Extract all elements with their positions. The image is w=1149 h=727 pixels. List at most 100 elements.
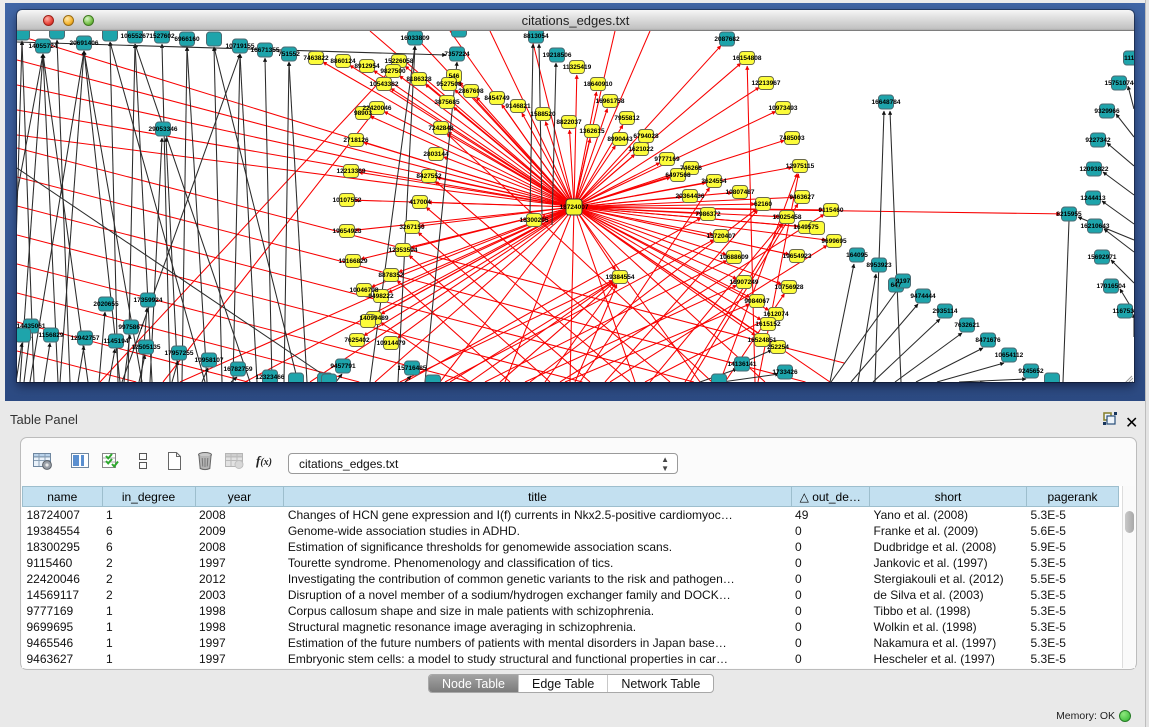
svg-text:16033809: 16033809 xyxy=(401,35,430,42)
svg-text:2020655: 2020655 xyxy=(93,301,119,308)
svg-text:546: 546 xyxy=(449,73,460,80)
svg-text:7463822: 7463822 xyxy=(303,55,329,62)
svg-text:1362615: 1362615 xyxy=(579,128,605,135)
svg-text:14055724: 14055724 xyxy=(29,43,58,50)
svg-text:7357224: 7357224 xyxy=(444,51,470,58)
svg-text:2803144: 2803144 xyxy=(423,151,449,158)
svg-text:1621022: 1621022 xyxy=(628,146,654,153)
svg-text:12505135: 12505135 xyxy=(132,344,161,351)
svg-text:12942757: 12942757 xyxy=(71,335,100,342)
svg-text:19654923: 19654923 xyxy=(333,228,362,235)
svg-text:10655267: 10655267 xyxy=(121,33,150,40)
svg-text:252254: 252254 xyxy=(767,344,789,351)
svg-text:7485003: 7485003 xyxy=(779,135,805,142)
svg-text:7625402: 7625402 xyxy=(344,337,370,344)
svg-text:9084067: 9084067 xyxy=(744,298,770,305)
svg-text:9975867: 9975867 xyxy=(118,324,144,331)
svg-text:17359924: 17359924 xyxy=(134,297,163,304)
svg-text:8813054: 8813054 xyxy=(523,33,549,40)
svg-text:746266: 746266 xyxy=(680,165,702,172)
svg-text:15692971: 15692971 xyxy=(1088,254,1117,261)
svg-text:8912954: 8912954 xyxy=(354,63,380,70)
svg-text:29053346: 29053346 xyxy=(149,126,178,133)
svg-text:10688609: 10688609 xyxy=(720,254,749,261)
svg-text:16782759: 16782759 xyxy=(224,366,253,373)
svg-text:18640910: 18640910 xyxy=(584,81,613,88)
svg-text:7986372: 7986372 xyxy=(695,211,721,218)
svg-text:16154808: 16154808 xyxy=(733,55,762,62)
svg-text:19166829: 19166829 xyxy=(339,258,368,265)
svg-text:8990443: 8990443 xyxy=(607,136,633,143)
svg-text:9498222: 9498222 xyxy=(368,293,394,300)
svg-text:19218506: 19218506 xyxy=(543,52,572,59)
svg-text:10807487: 10807487 xyxy=(726,189,755,196)
svg-text:20691406: 20691406 xyxy=(70,40,99,47)
svg-text:2718126: 2718126 xyxy=(343,137,369,144)
svg-text:10973493: 10973493 xyxy=(769,105,798,112)
svg-text:12093822: 12093822 xyxy=(1080,166,1109,173)
svg-text:1733426: 1733426 xyxy=(772,369,798,376)
svg-text:12353594: 12353594 xyxy=(389,247,418,254)
svg-text:9227342: 9227342 xyxy=(1085,137,1111,144)
svg-text:164095: 164095 xyxy=(846,252,868,259)
svg-text:1145194: 1145194 xyxy=(104,338,129,345)
svg-text:9463627: 9463627 xyxy=(789,194,815,201)
svg-text:98903: 98903 xyxy=(354,110,372,117)
svg-text:6497568: 6497568 xyxy=(665,172,691,179)
svg-text:8471676: 8471676 xyxy=(975,337,1001,344)
svg-text:16961758: 16961758 xyxy=(596,98,625,105)
svg-text:15226058: 15226058 xyxy=(385,58,414,65)
svg-text:7242848: 7242848 xyxy=(428,125,454,132)
svg-text:20364436: 20364436 xyxy=(676,193,705,200)
svg-text:16210643: 16210643 xyxy=(1081,223,1110,230)
svg-text:2867608: 2867608 xyxy=(458,88,484,95)
svg-text:9115460: 9115460 xyxy=(819,207,844,214)
svg-text:1156829: 1156829 xyxy=(39,332,64,339)
svg-text:9146821: 9146821 xyxy=(505,103,531,110)
svg-text:9197: 9197 xyxy=(896,278,911,285)
svg-text:16524851: 16524851 xyxy=(748,337,777,344)
svg-text:15751074: 15751074 xyxy=(1105,80,1134,87)
svg-text:9329966: 9329966 xyxy=(1094,108,1120,115)
svg-text:15720407: 15720407 xyxy=(707,233,736,240)
svg-text:7632621: 7632621 xyxy=(954,322,980,329)
svg-text:12975115: 12975115 xyxy=(786,163,815,170)
svg-text:3624554: 3624554 xyxy=(701,178,727,185)
svg-text:9457791: 9457791 xyxy=(330,363,356,370)
svg-text:10543382: 10543382 xyxy=(370,81,399,88)
svg-text:12213369: 12213369 xyxy=(337,168,366,175)
svg-text:1588520: 1588520 xyxy=(530,111,556,118)
svg-text:8822037: 8822037 xyxy=(556,119,582,126)
svg-text:8186328: 8186328 xyxy=(406,76,432,83)
svg-text:17957255: 17957255 xyxy=(165,350,194,357)
svg-text:10654112: 10654112 xyxy=(995,352,1024,359)
svg-text:14136141: 14136141 xyxy=(728,361,757,368)
svg-text:7955812: 7955812 xyxy=(614,115,640,122)
svg-text:18907249: 18907249 xyxy=(730,279,759,286)
svg-text:19654923: 19654923 xyxy=(783,253,812,260)
svg-text:3875685: 3875685 xyxy=(434,99,460,106)
svg-text:10025458: 10025458 xyxy=(773,214,802,221)
svg-text:17016504: 17016504 xyxy=(1097,283,1126,290)
svg-text:10914479: 10914479 xyxy=(377,340,406,347)
svg-text:10756928: 10756928 xyxy=(775,284,804,291)
svg-text:8860124: 8860124 xyxy=(330,58,356,65)
svg-text:8427552: 8427552 xyxy=(416,173,442,180)
svg-text:751552: 751552 xyxy=(278,51,300,58)
svg-text:9527508: 9527508 xyxy=(436,81,462,88)
svg-text:1615152: 1615152 xyxy=(755,321,781,328)
svg-text:8454749: 8454749 xyxy=(484,95,510,102)
svg-text:1527602: 1527602 xyxy=(149,33,175,40)
svg-text:9474444: 9474444 xyxy=(910,293,936,300)
svg-text:1117: 1117 xyxy=(1124,55,1134,62)
svg-text:14435061: 14435061 xyxy=(17,323,46,330)
svg-text:18724007: 18724007 xyxy=(560,204,589,211)
svg-text:12213967: 12213967 xyxy=(752,80,781,87)
svg-text:8953923: 8953923 xyxy=(866,262,892,269)
svg-text:3267150: 3267150 xyxy=(399,224,425,231)
svg-text:1244413: 1244413 xyxy=(1080,195,1106,202)
svg-text:2935114: 2935114 xyxy=(933,308,958,315)
svg-text:1649575: 1649575 xyxy=(793,224,819,231)
svg-text:9699695: 9699695 xyxy=(821,238,847,245)
svg-text:10958107: 10958107 xyxy=(195,357,224,364)
